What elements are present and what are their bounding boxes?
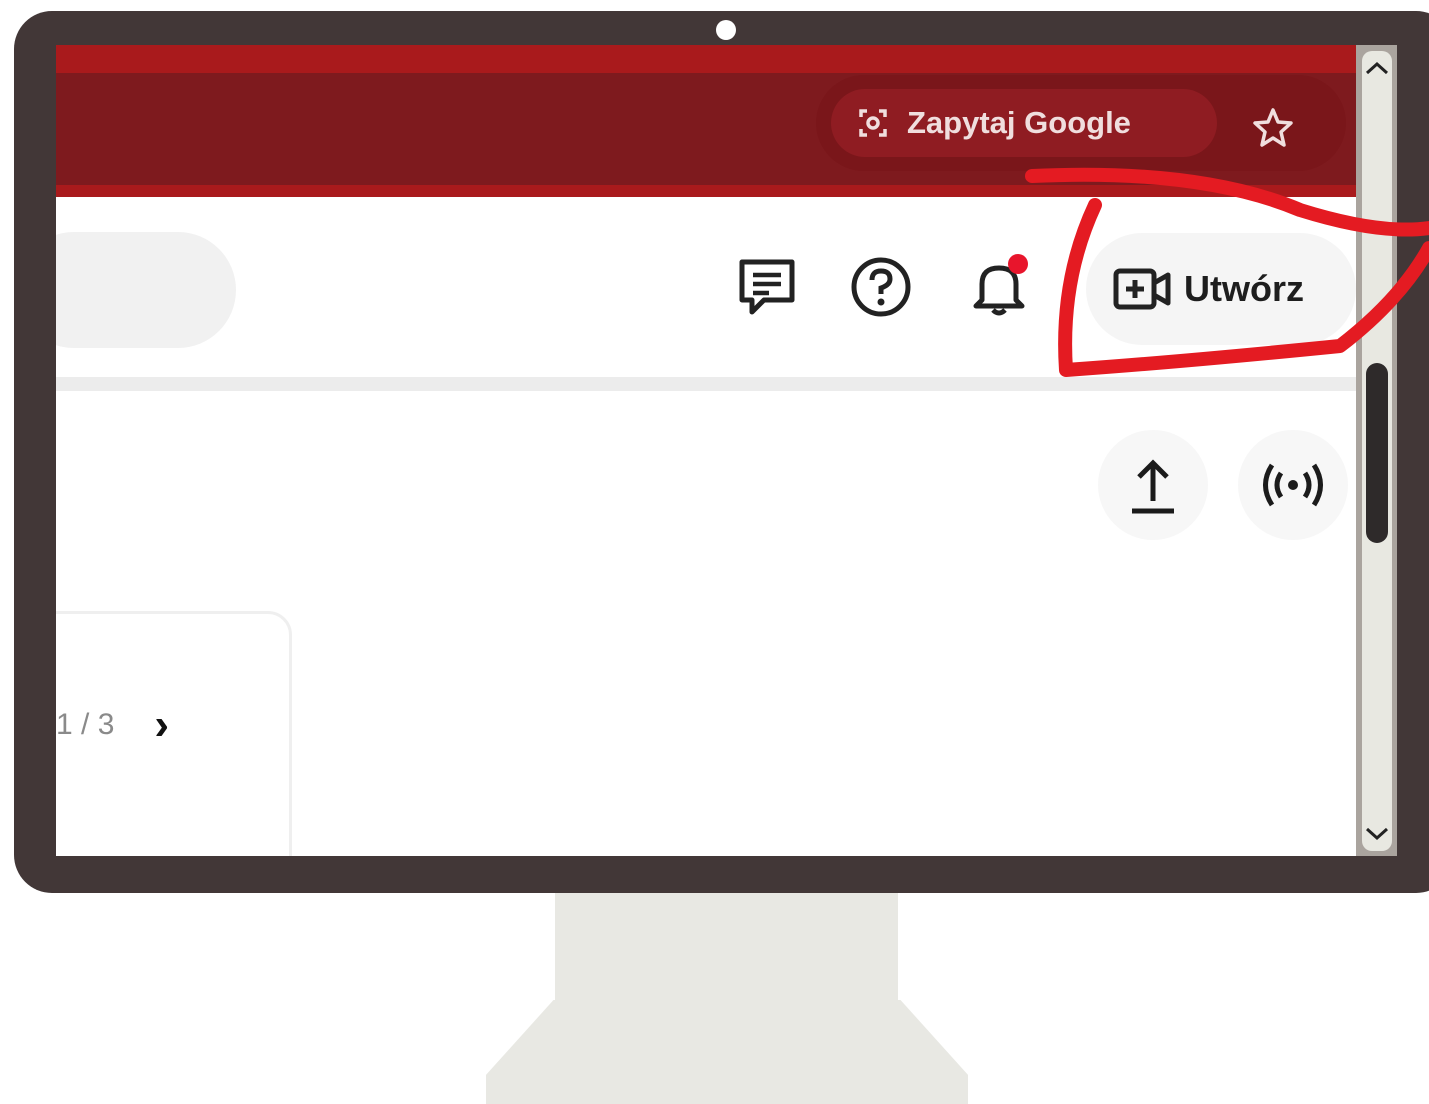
pager-count: 1 / 3 bbox=[56, 708, 115, 741]
create-label: Utwórz bbox=[1184, 268, 1304, 309]
bookmark-star-icon[interactable] bbox=[1251, 105, 1295, 149]
live-broadcast-icon bbox=[1263, 463, 1323, 507]
help-icon bbox=[851, 257, 911, 317]
create-video-icon bbox=[1113, 268, 1171, 310]
monitor-stand-base bbox=[486, 1000, 968, 1104]
google-lens-icon bbox=[859, 109, 887, 137]
feedback-button[interactable] bbox=[732, 252, 802, 322]
search-input[interactable] bbox=[56, 232, 236, 348]
monitor-stand-neck bbox=[555, 880, 898, 1005]
scroll-up-arrow-icon[interactable] bbox=[1362, 55, 1392, 81]
scrollbar[interactable] bbox=[1356, 45, 1397, 856]
notifications-button[interactable] bbox=[964, 252, 1034, 322]
feedback-icon bbox=[739, 259, 795, 315]
notification-badge bbox=[1008, 254, 1028, 274]
create-button[interactable]: Utwórz bbox=[1086, 233, 1356, 345]
scroll-down-arrow-icon[interactable] bbox=[1362, 821, 1392, 847]
monitor-camera bbox=[716, 20, 736, 40]
help-button[interactable] bbox=[846, 252, 916, 322]
screen: Zapytaj Google Utwórz 1 / 3 › bbox=[56, 45, 1397, 856]
go-live-button[interactable] bbox=[1238, 430, 1348, 540]
youtube-header: Utwórz bbox=[56, 197, 1356, 391]
pager: 1 / 3 › bbox=[56, 700, 169, 750]
upload-button[interactable] bbox=[1098, 430, 1208, 540]
ask-google-button[interactable]: Zapytaj Google bbox=[831, 89, 1217, 157]
scrollbar-thumb[interactable] bbox=[1366, 363, 1388, 543]
chevron-right-icon[interactable]: › bbox=[154, 700, 169, 750]
upload-icon bbox=[1132, 459, 1174, 514]
ask-google-label: Zapytaj Google bbox=[907, 105, 1131, 140]
